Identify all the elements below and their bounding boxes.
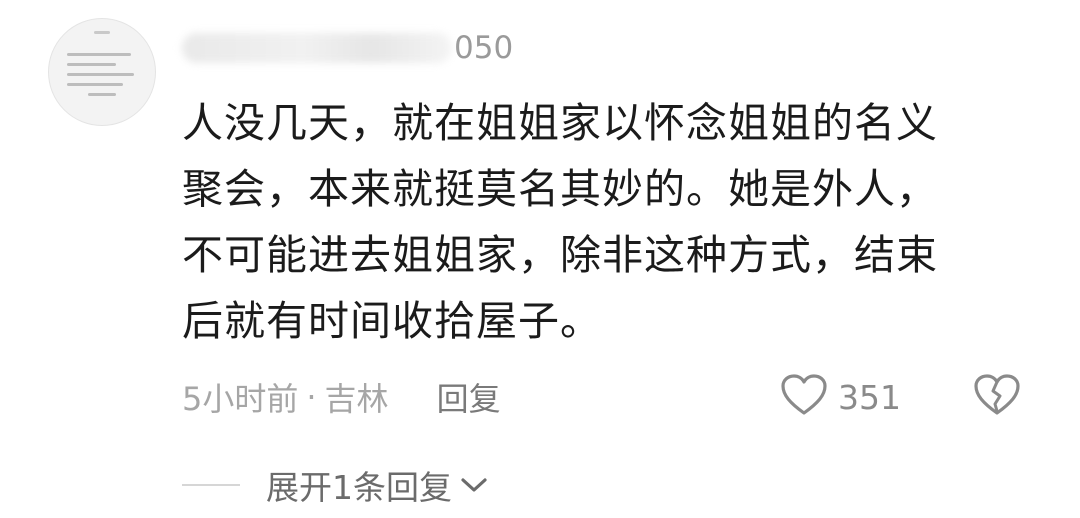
dislike-button[interactable] [972, 372, 1022, 422]
meta-separator: · [306, 378, 317, 416]
like-count: 351 [838, 377, 901, 417]
comment-text-line: 后就有时间收拾屋子。 [182, 297, 602, 345]
like-button[interactable]: 351 [780, 372, 901, 422]
expand-replies-label: 展开1条回复 [266, 468, 452, 507]
expand-replies-button[interactable]: 展开1条回复 [182, 460, 488, 510]
comment-text-line: 人没几天，就在姐姐家以怀念姐姐的名义 [182, 99, 938, 147]
username-blurred [182, 33, 452, 63]
comment-location: 吉林 [324, 380, 389, 418]
comment-meta: 5小时前 · 吉林 回复 [182, 372, 501, 422]
avatar[interactable] [48, 18, 156, 126]
reply-button[interactable]: 回复 [437, 374, 501, 420]
comment-text-line: 聚会，本来就挺莫名其妙的。她是外人， [182, 165, 938, 213]
comment-body: 人没几天，就在姐姐家以怀念姐姐的名义 聚会，本来就挺莫名其妙的。她是外人， 不可… [182, 90, 1022, 354]
broken-heart-icon [973, 373, 1021, 421]
chevron-down-icon [460, 475, 488, 495]
username-suffix: 050 [454, 30, 514, 66]
comment-time: 5小时前 [182, 380, 299, 418]
comment-text-line: 不可能进去姐姐家，除非这种方式，结束 [182, 231, 938, 279]
username[interactable]: 050 [182, 24, 513, 72]
avatar-image-content [67, 53, 137, 103]
divider-line [182, 484, 240, 486]
avatar-decoration [94, 31, 110, 34]
comment-card: 050 人没几天，就在姐姐家以怀念姐姐的名义 聚会，本来就挺莫名其妙的。她是外人… [0, 0, 1080, 518]
heart-outline-icon [780, 373, 828, 421]
